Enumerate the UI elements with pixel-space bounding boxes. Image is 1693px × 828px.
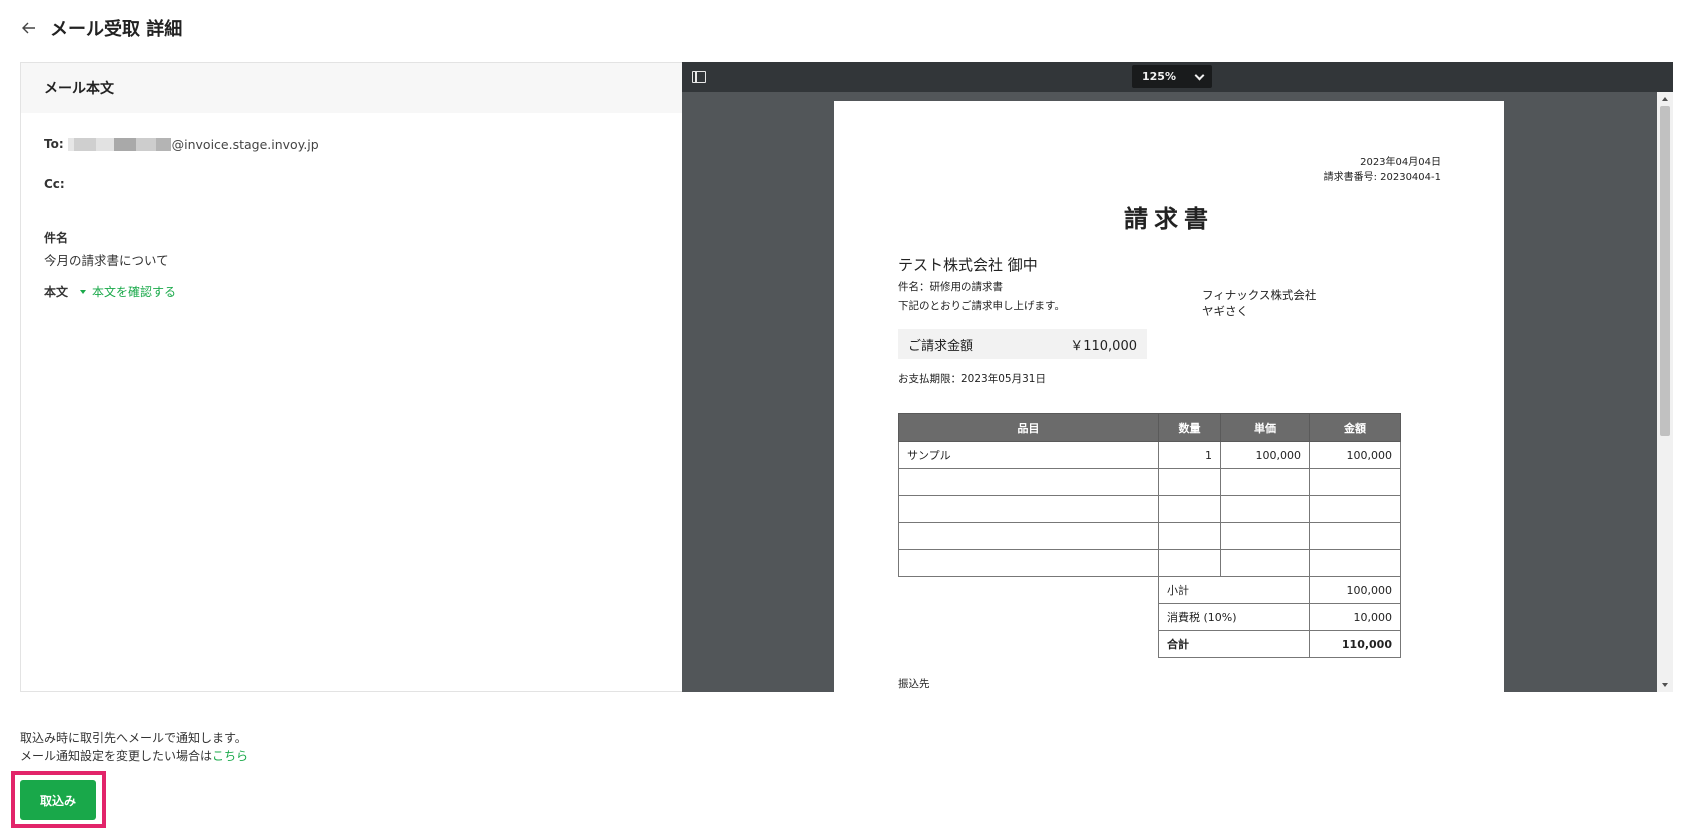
pdf-scrollbar[interactable] xyxy=(1657,92,1673,692)
cc-row: Cc: xyxy=(44,175,659,193)
items-table: 品目 数量 単価 金額 サンプル 1 100,000 100,000 小計 10… xyxy=(898,413,1401,658)
to-row: To: @invoice.stage.invoy.jp xyxy=(44,135,659,153)
table-cell xyxy=(1158,495,1221,523)
subject-label: 件名 xyxy=(44,231,69,245)
amount-box: ご請求金額 ￥110,000 xyxy=(898,329,1147,359)
invoice-date: 2023年04月04日 xyxy=(1360,157,1441,168)
table-header-row: 品目 数量 単価 金額 xyxy=(898,413,1401,442)
table-row xyxy=(898,468,1401,496)
table-cell xyxy=(898,522,1159,550)
notice-line-2: メール通知設定を変更したい場合はこちら xyxy=(20,747,248,765)
subject-value: 今月の請求書について xyxy=(44,253,169,268)
tax-row: 消費税 (10%) 10,000 xyxy=(899,603,1401,631)
notice-line-1: 取込み時に取引先へメールで通知します。 xyxy=(20,731,247,745)
due-date: お支払期限：2023年05月31日 xyxy=(898,373,1046,385)
issuer-name: フィナックス株式会社 xyxy=(1202,288,1317,302)
table-cell xyxy=(1220,468,1310,496)
total-label: 合計 xyxy=(1158,630,1310,658)
table-cell: 100,000 xyxy=(1309,441,1401,469)
caret-down-icon xyxy=(80,289,87,294)
table-cell xyxy=(1309,549,1401,577)
page-title: メール受取 詳細 xyxy=(50,19,183,40)
table-cell xyxy=(898,468,1159,496)
mail-panel: メール本文 To: @invoice.stage.invoy.jp Cc: 件名… xyxy=(21,63,682,691)
table-cell xyxy=(1158,468,1221,496)
subtotal-value: 100,000 xyxy=(1309,576,1401,604)
table-cell xyxy=(1309,522,1401,550)
mail-panel-title: メール本文 xyxy=(21,63,682,113)
scroll-up-icon[interactable] xyxy=(1662,97,1668,101)
tax-value: 10,000 xyxy=(1309,603,1401,631)
table-row xyxy=(898,495,1401,523)
invoice-intro: 下記のとおりご請求申し上げます。 xyxy=(898,300,1065,312)
total-row: 合計 110,000 xyxy=(899,630,1401,658)
sidebar-toggle-icon[interactable] xyxy=(692,71,706,83)
column-header: 品目 xyxy=(898,413,1159,442)
scroll-down-icon[interactable] xyxy=(1662,683,1668,687)
body-toggle-label: 本文を確認する xyxy=(92,285,177,299)
cc-label: Cc: xyxy=(44,177,65,191)
mail-body: To: @invoice.stage.invoy.jp Cc: 件名 今月の請求… xyxy=(21,113,682,300)
amount-label: ご請求金額 xyxy=(908,338,974,354)
subtotal-label: 小計 xyxy=(1158,576,1310,604)
amount-value: ￥110,000 xyxy=(1070,338,1137,354)
column-header: 単価 xyxy=(1220,413,1310,442)
subtotal-row: 小計 100,000 xyxy=(899,576,1401,604)
main-frame: メール本文 To: @invoice.stage.invoy.jp Cc: 件名… xyxy=(20,62,1673,692)
table-cell xyxy=(1158,549,1221,577)
page-header: メール受取 詳細 xyxy=(20,14,182,42)
zoom-select[interactable]: 125% xyxy=(1132,65,1212,88)
body-toggle[interactable]: 本文を確認する xyxy=(80,283,176,300)
issuer-person: ヤギさく xyxy=(1202,304,1248,318)
table-row: サンプル 1 100,000 100,000 xyxy=(898,441,1401,469)
table-cell xyxy=(1158,522,1221,550)
chevron-down-icon xyxy=(1194,70,1205,81)
column-header: 金額 xyxy=(1309,413,1401,442)
invoice-recipient: テスト株式会社 御中 xyxy=(898,256,1038,274)
import-button[interactable]: 取込み xyxy=(20,780,96,820)
table-cell: 100,000 xyxy=(1220,441,1310,469)
to-address: @invoice.stage.invoy.jp xyxy=(171,136,319,152)
pdf-toolbar: 125% xyxy=(682,62,1673,92)
notification-settings-link[interactable]: こちら xyxy=(212,749,248,763)
table-cell xyxy=(898,495,1159,523)
to-label: To: xyxy=(44,137,64,151)
table-cell xyxy=(898,549,1159,577)
table-cell xyxy=(1220,495,1310,523)
pdf-viewer[interactable]: 125% 2023年04月04日 請求書番号: 20230404-1 請求書 テ… xyxy=(682,62,1673,692)
table-row xyxy=(898,549,1401,577)
invoice-subject: 件名：研修用の請求書 xyxy=(898,281,1003,293)
total-value: 110,000 xyxy=(1309,630,1401,658)
tax-label: 消費税 (10%) xyxy=(1158,603,1310,631)
table-cell xyxy=(1309,495,1401,523)
table-cell xyxy=(1309,468,1401,496)
body-label: 本文 xyxy=(44,285,69,299)
notification-notice: 取込み時に取引先へメールで通知します。 メール通知設定を変更したい場合はこちら xyxy=(20,729,248,765)
invoice-number: 請求書番号: 20230404-1 xyxy=(1323,172,1441,183)
column-header: 数量 xyxy=(1158,413,1221,442)
table-row xyxy=(898,522,1401,550)
body-row: 本文 本文を確認する xyxy=(44,283,659,300)
table-cell xyxy=(1220,522,1310,550)
notice-line-2-text: メール通知設定を変更したい場合は xyxy=(20,749,213,763)
redacted-address-block xyxy=(67,137,171,151)
transfer-label: 振込先 xyxy=(898,678,930,690)
invoice-title: 請求書 xyxy=(1124,205,1214,233)
table-cell: サンプル xyxy=(898,441,1159,469)
pdf-page: 2023年04月04日 請求書番号: 20230404-1 請求書 テスト株式会… xyxy=(834,101,1504,692)
scrollbar-thumb[interactable] xyxy=(1660,106,1670,436)
table-cell: 1 xyxy=(1158,441,1221,469)
zoom-value: 125% xyxy=(1142,70,1176,83)
table-cell xyxy=(1220,549,1310,577)
arrow-left-icon[interactable] xyxy=(20,19,38,37)
